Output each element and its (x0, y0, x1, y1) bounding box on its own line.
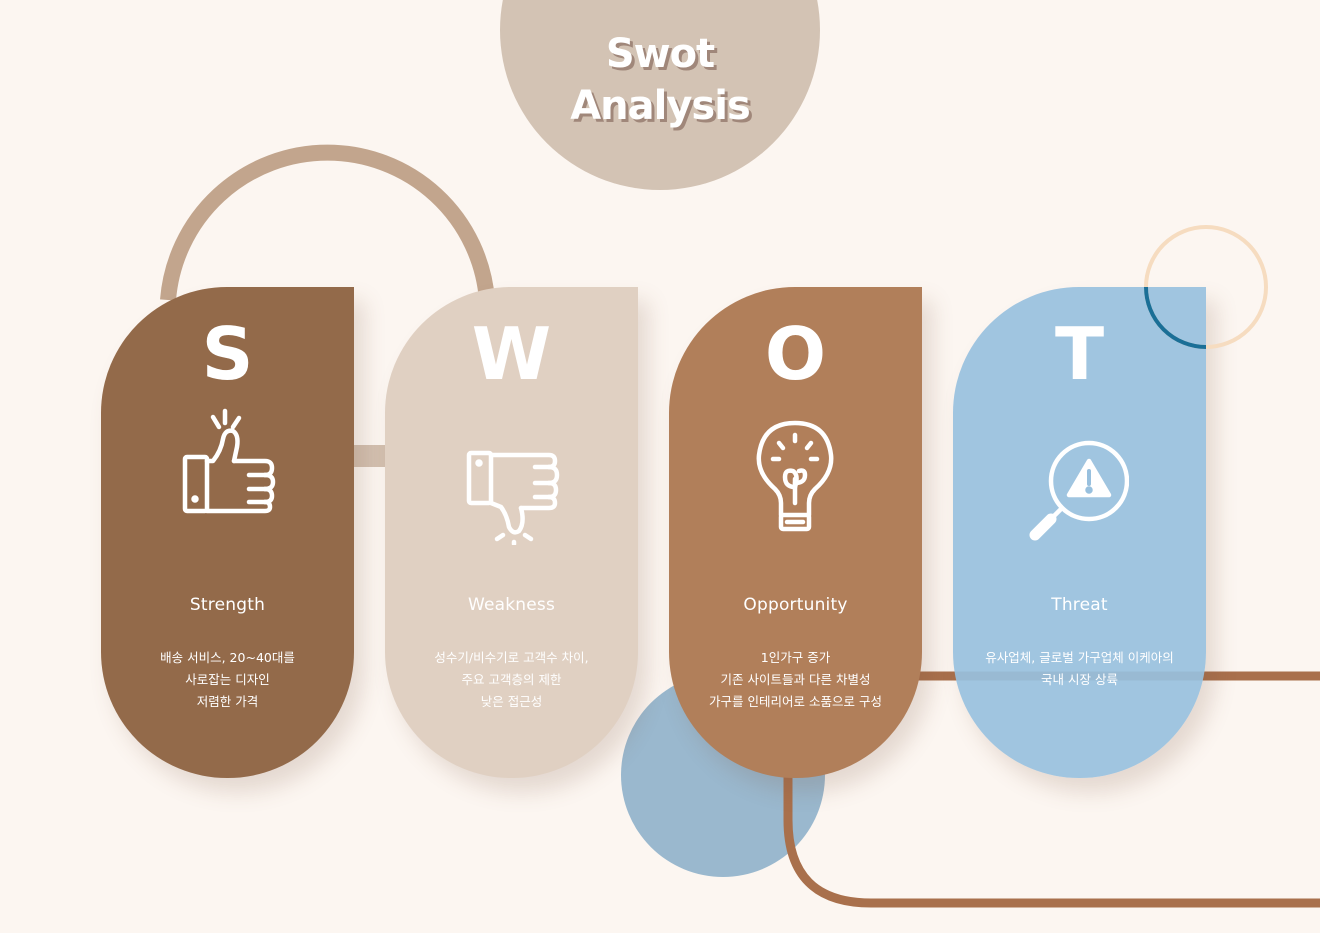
teal-ring-arc (1144, 286, 1207, 349)
foreground-decorations (1144, 225, 1268, 349)
swot-infographic: Swot Analysis S Strength 배송 서비스, 20~40대를… (0, 0, 1320, 933)
